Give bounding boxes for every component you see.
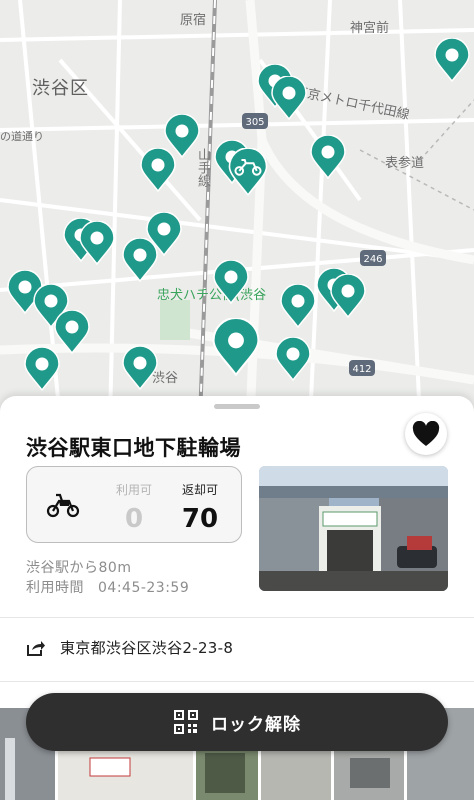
available-label: 利用可 (115, 483, 152, 497)
selected-station-pin[interactable] (228, 148, 268, 196)
station-pin[interactable] (275, 337, 311, 381)
map-label-harajuku: 原宿 (180, 13, 207, 28)
available-count: 0 (124, 504, 144, 534)
station-photo[interactable] (259, 466, 448, 591)
station-pin[interactable] (140, 148, 176, 192)
station-pin[interactable] (280, 284, 316, 328)
sheet-drag-handle[interactable] (214, 404, 260, 409)
map-label-side-road: の道通り (0, 130, 44, 143)
station-pin-cluster[interactable] (212, 318, 260, 376)
map-label-omotesando: 表参道 (385, 156, 425, 171)
station-pin[interactable] (271, 76, 307, 120)
qr-code-icon (174, 710, 198, 734)
route-412-label: 412 (352, 364, 371, 375)
station-pin[interactable] (122, 346, 158, 390)
address-row[interactable]: 東京都渋谷区渋谷2-23-8 (26, 637, 233, 658)
station-pin[interactable] (310, 135, 346, 179)
unlock-button[interactable]: ロック解除 (26, 693, 448, 751)
route-305-label: 305 (245, 117, 264, 128)
favorite-button[interactable] (405, 413, 447, 455)
station-photo-image (259, 466, 448, 591)
divider (0, 617, 474, 618)
station-pin[interactable] (79, 221, 115, 265)
station-pin[interactable] (330, 274, 366, 318)
return-count-block: 返却可 70 (170, 481, 230, 534)
route-246-label: 246 (363, 254, 382, 265)
availability-card: 利用可 0 返却可 70 (26, 466, 242, 543)
map-label-ward: 渋谷区 (32, 78, 89, 99)
station-hours: 利用時間 04:45-23:59 (26, 577, 189, 597)
station-pin[interactable] (122, 238, 158, 282)
return-label: 返却可 (181, 483, 218, 497)
map-label-hachiko: 忠犬ハチ公像(渋谷 (157, 288, 267, 303)
unlock-button-label: ロック解除 (211, 714, 301, 735)
station-pin[interactable] (24, 347, 60, 391)
available-count-block: 利用可 0 (104, 481, 164, 534)
return-count: 70 (181, 504, 219, 534)
station-name: 渋谷駅東口地下駐輪場 (26, 436, 241, 460)
hours-label: 利用時間 (26, 580, 84, 596)
station-pin[interactable] (213, 260, 249, 304)
map-view[interactable]: 305 246 412 渋谷区 原宿 神宮前 東京メトロ千代田線 表参道 山手線… (0, 0, 474, 420)
share-icon (27, 640, 45, 656)
heart-icon (412, 421, 440, 446)
bike-icon (46, 493, 80, 518)
divider (0, 681, 474, 682)
map-label-jingumae: 神宮前 (350, 21, 390, 36)
station-address: 東京都渋谷区渋谷2-23-8 (60, 639, 234, 657)
hours-value: 04:45-23:59 (98, 580, 190, 596)
station-pin[interactable] (434, 38, 470, 82)
station-distance: 渋谷駅から80m (26, 560, 132, 576)
